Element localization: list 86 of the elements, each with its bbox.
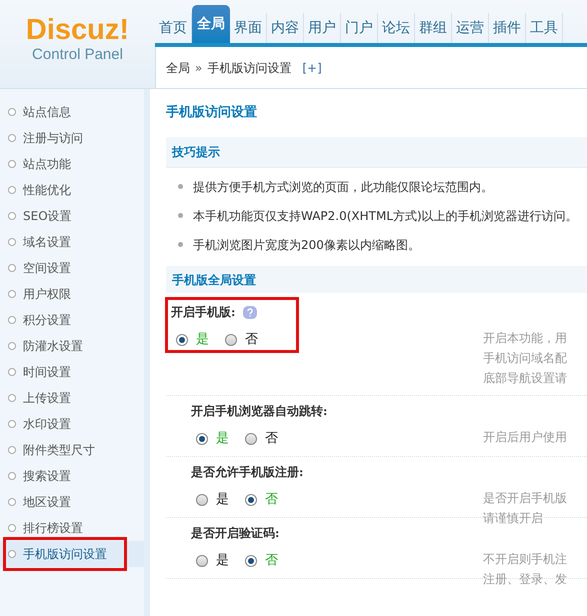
bullet-icon: [8, 212, 16, 220]
bullet-icon: [8, 420, 16, 428]
bullet-icon: [8, 446, 16, 454]
sidebar-item[interactable]: 注册与访问: [23, 129, 83, 147]
sidebar-item[interactable]: 防灌水设置: [23, 337, 83, 355]
bullet-icon: [8, 160, 16, 168]
bullet-icon: [8, 342, 16, 350]
nav-tab[interactable]: 群组: [415, 13, 452, 43]
help-icon[interactable]: [243, 306, 258, 318]
section-header: 技巧提示: [166, 137, 587, 168]
sidebar-item[interactable]: SEO设置: [23, 207, 72, 225]
nav-tab[interactable]: 界面: [230, 13, 267, 43]
radio-unchecked[interactable]: [196, 494, 208, 506]
sidebar-item[interactable]: 时间设置: [23, 363, 71, 381]
nav-tab[interactable]: 内容: [267, 13, 304, 43]
sidebar-item[interactable]: 附件类型尺寸: [23, 441, 95, 459]
option-label[interactable]: 是: [216, 490, 229, 510]
bullet-icon: [8, 108, 16, 116]
sidebar-item[interactable]: 空间设置: [23, 259, 71, 277]
sidebar-item[interactable]: 站点功能: [23, 155, 71, 173]
setting-description: 是否开启手机版: [483, 490, 567, 507]
setting-description: 手机访问域名配: [483, 350, 567, 367]
nav-tab[interactable]: 运营: [452, 13, 489, 43]
radio-checked[interactable]: [245, 554, 257, 567]
radio-unchecked[interactable]: [245, 432, 257, 445]
option-label[interactable]: 是: [216, 551, 229, 570]
setting-description: 不开启则手机注: [483, 551, 567, 568]
bullet-icon: [8, 186, 16, 194]
setting-label: 开启手机浏览器自动跳转:: [191, 403, 328, 420]
setting-label: 开启手机版:: [171, 304, 236, 321]
setting-description: 开启本功能，用: [483, 330, 567, 347]
sidebar-item[interactable]: 站点信息: [23, 103, 71, 121]
radio-unchecked[interactable]: [196, 554, 208, 567]
nav-tab[interactable]: 门户: [341, 13, 378, 43]
bullet-icon: [178, 213, 183, 218]
bullet-icon: [178, 184, 183, 189]
nav-tab[interactable]: 用户: [304, 13, 341, 43]
setting-description: 开启后用户使用: [483, 429, 567, 446]
sidebar-item[interactable]: 排行榜设置: [23, 519, 83, 537]
logo-subtitle: Control Panel: [32, 46, 123, 64]
setting-description: 底部导航设置请: [483, 370, 567, 387]
breadcrumb-separator: »: [195, 60, 202, 76]
sidebar-item[interactable]: 手机版访问设置: [23, 545, 107, 563]
nav-tab[interactable]: 论坛: [378, 13, 415, 43]
bullet-icon: [8, 238, 16, 246]
sidebar-item[interactable]: 搜索设置: [23, 467, 71, 485]
bullet-icon: [8, 394, 16, 402]
sidebar-item[interactable]: 积分设置: [23, 311, 71, 329]
setting-label: 是否开启验证码:: [191, 525, 280, 542]
logo-title: Discuz!: [26, 14, 130, 46]
sidebar-item[interactable]: 上传设置: [23, 389, 71, 407]
bullet-icon: [8, 134, 16, 142]
add-shortcut-link[interactable]: [+]: [302, 58, 322, 76]
nav-tab[interactable]: 插件: [489, 13, 526, 43]
bullet-icon: [8, 316, 16, 324]
nav-tab[interactable]: 工具: [526, 13, 563, 43]
radio-checked[interactable]: [196, 432, 208, 445]
tip-text: 本手机功能页仅支持WAP2.0(XHTML方式)以上的手机浏览器进行访问。: [193, 208, 578, 224]
breadcrumb-link[interactable]: 全局: [166, 58, 190, 76]
radio-checked[interactable]: [176, 334, 188, 346]
bullet-icon: [178, 242, 183, 247]
breadcrumb-current: 手机版访问设置: [207, 60, 292, 76]
section-header: 手机版全局设置: [166, 266, 587, 293]
bullet-icon: [8, 472, 16, 480]
sidebar-item[interactable]: 地区设置: [23, 493, 71, 511]
bullet-icon: [8, 550, 16, 558]
option-label[interactable]: 否: [245, 330, 258, 350]
bullet-icon: [8, 290, 16, 298]
page-title: 手机版访问设置: [166, 104, 258, 122]
radio-unchecked[interactable]: [225, 334, 237, 346]
nav-tab[interactable]: 全局: [192, 5, 230, 43]
sidebar-item[interactable]: 用户权限: [23, 285, 71, 303]
bullet-icon: [8, 498, 16, 506]
bullet-icon: [8, 264, 16, 272]
bullet-icon: [8, 524, 16, 532]
radio-checked[interactable]: [245, 494, 257, 506]
option-label[interactable]: 否: [265, 429, 278, 448]
tip-text: 提供方便手机方式浏览的页面，此功能仅限论坛范围内。: [193, 178, 493, 196]
sidebar-item[interactable]: 域名设置: [23, 233, 71, 251]
tip-text: 手机浏览图片宽度为200像素以内缩略图。: [193, 236, 420, 254]
setting-description: 注册、登录、发: [483, 571, 567, 588]
sidebar-item[interactable]: 水印设置: [23, 415, 71, 433]
bullet-icon: [8, 368, 16, 376]
setting-label: 是否允许手机版注册:: [191, 464, 304, 481]
setting-description: 请谨慎开启: [483, 510, 544, 527]
sidebar-item[interactable]: 性能优化: [23, 181, 71, 199]
